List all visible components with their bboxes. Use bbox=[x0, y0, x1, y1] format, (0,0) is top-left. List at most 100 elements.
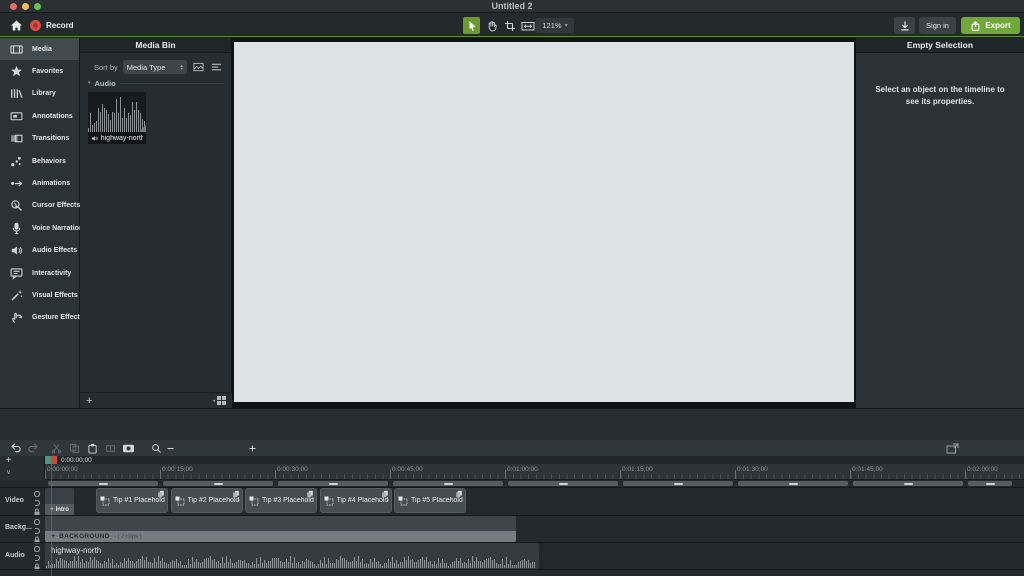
record-button[interactable]: Record bbox=[30, 19, 74, 31]
download-button[interactable] bbox=[894, 17, 915, 34]
sidebar-item-annotations[interactable]: Annotations bbox=[0, 105, 79, 127]
detach-timeline-button[interactable] bbox=[946, 442, 958, 454]
paste-button[interactable] bbox=[86, 442, 98, 454]
zoom-in-button[interactable] bbox=[246, 442, 258, 454]
frame-icon bbox=[105, 443, 116, 454]
fit-canvas-button[interactable] bbox=[518, 17, 537, 34]
clip-group-background[interactable]: + BACKGROUND - ( 2 clips ) bbox=[45, 516, 516, 542]
select-arrows-icon: ▴ ▾ bbox=[180, 62, 183, 71]
record-icon bbox=[30, 19, 41, 31]
zoom-level-value: 121% bbox=[542, 21, 562, 30]
split-button[interactable] bbox=[50, 442, 62, 454]
visibility-toggle-icon[interactable] bbox=[33, 518, 41, 526]
collapse-tracks-button[interactable]: ∨ bbox=[3, 468, 14, 478]
clip-partial[interactable] bbox=[968, 481, 1012, 486]
undo-button[interactable] bbox=[10, 442, 22, 454]
sign-in-button[interactable]: Sign in bbox=[919, 17, 956, 34]
sidebar-item-library[interactable]: Library bbox=[0, 83, 79, 105]
marker-row[interactable] bbox=[45, 456, 1024, 464]
canvas-area bbox=[232, 38, 856, 408]
clip-highway-north[interactable]: highway-north bbox=[45, 543, 539, 569]
grid-view-button[interactable]: ◂ bbox=[212, 396, 226, 405]
cursor-effects-icon bbox=[10, 199, 23, 212]
copy-badge-icon bbox=[232, 490, 240, 498]
sidebar-item-interactivity[interactable]: Interactivity bbox=[0, 262, 79, 284]
clip-tip-5[interactable]: Tip #5 Placeholder bbox=[394, 488, 466, 513]
clip-partial[interactable] bbox=[163, 481, 273, 486]
detach-icon bbox=[946, 443, 959, 454]
clip-tip-2[interactable]: Tip #2 Placeholder bbox=[170, 488, 243, 513]
thumbnail-view-button[interactable] bbox=[192, 61, 205, 74]
sidebar-item-voice-narration[interactable]: Voice Narration bbox=[0, 217, 83, 239]
track-label-audio: Audio bbox=[5, 552, 25, 559]
sidebar-item-audio-effects[interactable]: Audio Effects bbox=[0, 240, 79, 262]
placeholder-icon bbox=[100, 496, 110, 506]
sort-select[interactable]: Media Type ▴ ▾ bbox=[122, 60, 187, 74]
home-button[interactable] bbox=[8, 18, 24, 32]
clip-group-intro[interactable]: +Intro bbox=[45, 488, 74, 515]
copy-badge-icon bbox=[455, 490, 463, 498]
app-toolbar: Record 121% ▾ Sign in Export bbox=[0, 13, 1024, 37]
clip-partial[interactable] bbox=[853, 481, 963, 486]
clip-tip-4[interactable]: Tip #4 Placeholder bbox=[319, 488, 392, 513]
visibility-toggle-icon[interactable] bbox=[33, 545, 41, 553]
sidebar-item-cursor-effects[interactable]: Cursor Effects bbox=[0, 195, 80, 217]
playhead-line[interactable] bbox=[51, 464, 52, 576]
placeholder-icon bbox=[249, 496, 259, 506]
clip-partial[interactable] bbox=[623, 481, 733, 486]
add-track-button[interactable]: + bbox=[3, 455, 14, 466]
undo-icon bbox=[10, 442, 22, 454]
properties-panel-title: Empty Selection bbox=[856, 38, 1024, 53]
group-name: Intro bbox=[55, 506, 69, 513]
properties-panel: Empty Selection Select an object on the … bbox=[856, 38, 1024, 408]
sidebar-item-gesture-effects[interactable]: Gesture Effects bbox=[0, 307, 84, 329]
waveform bbox=[46, 555, 536, 568]
clip-label: Tip #1 Placeholder bbox=[113, 497, 165, 504]
clip-partial[interactable] bbox=[508, 481, 618, 486]
timeline-zoom-button[interactable] bbox=[150, 442, 162, 454]
crop-tool-button[interactable] bbox=[501, 17, 518, 34]
sidebar-item-animations[interactable]: Animations bbox=[0, 172, 79, 194]
magnet-icon[interactable] bbox=[33, 499, 41, 507]
select-tool-button[interactable] bbox=[463, 17, 480, 34]
magnet-icon[interactable] bbox=[33, 527, 41, 535]
pan-tool-button[interactable] bbox=[483, 17, 500, 34]
add-media-button[interactable]: + bbox=[86, 395, 92, 406]
magnet-icon[interactable] bbox=[33, 554, 41, 562]
canvas[interactable] bbox=[234, 42, 854, 402]
zoom-level-select[interactable]: 121% ▾ bbox=[536, 18, 574, 33]
download-icon bbox=[899, 20, 911, 32]
screenshot-button[interactable] bbox=[122, 442, 134, 454]
clip-partial[interactable] bbox=[738, 481, 848, 486]
sidebar-item-visual-effects[interactable]: Visual Effects bbox=[0, 284, 79, 306]
gesture-effects-icon bbox=[10, 311, 23, 324]
redo-button[interactable] bbox=[27, 442, 39, 454]
sidebar-item-label: Visual Effects bbox=[32, 291, 78, 299]
copy-button[interactable] bbox=[68, 442, 80, 454]
clip-tip-3[interactable]: Tip #3 Placeholder bbox=[245, 488, 317, 513]
clip-partial[interactable] bbox=[393, 481, 503, 486]
sidebar-item-media[interactable]: Media bbox=[0, 38, 79, 61]
sidebar-item-label: Interactivity bbox=[32, 269, 72, 277]
list-view-button[interactable] bbox=[210, 61, 223, 74]
cursor-icon bbox=[466, 20, 478, 32]
empty-selection-message: Select an object on the timeline to see … bbox=[875, 85, 1005, 107]
sidebar-item-behaviors[interactable]: Behaviors bbox=[0, 150, 79, 172]
playhead-out-handle[interactable] bbox=[51, 456, 57, 464]
clip-partial[interactable] bbox=[278, 481, 388, 486]
hand-icon bbox=[486, 20, 498, 32]
visibility-toggle-icon[interactable] bbox=[33, 490, 41, 498]
zoom-out-button[interactable] bbox=[164, 442, 176, 454]
magnifier-icon bbox=[151, 443, 162, 454]
timeline-ruler[interactable]: 0:00:00;00 0:00:15;00 0:00:30;00 0:00:45;00… bbox=[45, 464, 1024, 480]
sidebar-item-favorites[interactable]: Favorites bbox=[0, 60, 79, 82]
audio-effects-icon bbox=[10, 244, 23, 257]
clip-partial[interactable] bbox=[48, 481, 158, 486]
clip-tip-1[interactable]: Tip #1 Placeholder bbox=[96, 488, 168, 513]
export-button[interactable]: Export bbox=[961, 17, 1020, 34]
crop-mode-button[interactable] bbox=[104, 442, 116, 454]
audio-section-header[interactable]: ▾ Audio bbox=[88, 78, 224, 88]
media-item-highway-north[interactable]: highway-north bbox=[88, 92, 146, 144]
sort-by-label: Sort by bbox=[94, 62, 118, 72]
sidebar-item-transitions[interactable]: Transitions bbox=[0, 128, 79, 150]
